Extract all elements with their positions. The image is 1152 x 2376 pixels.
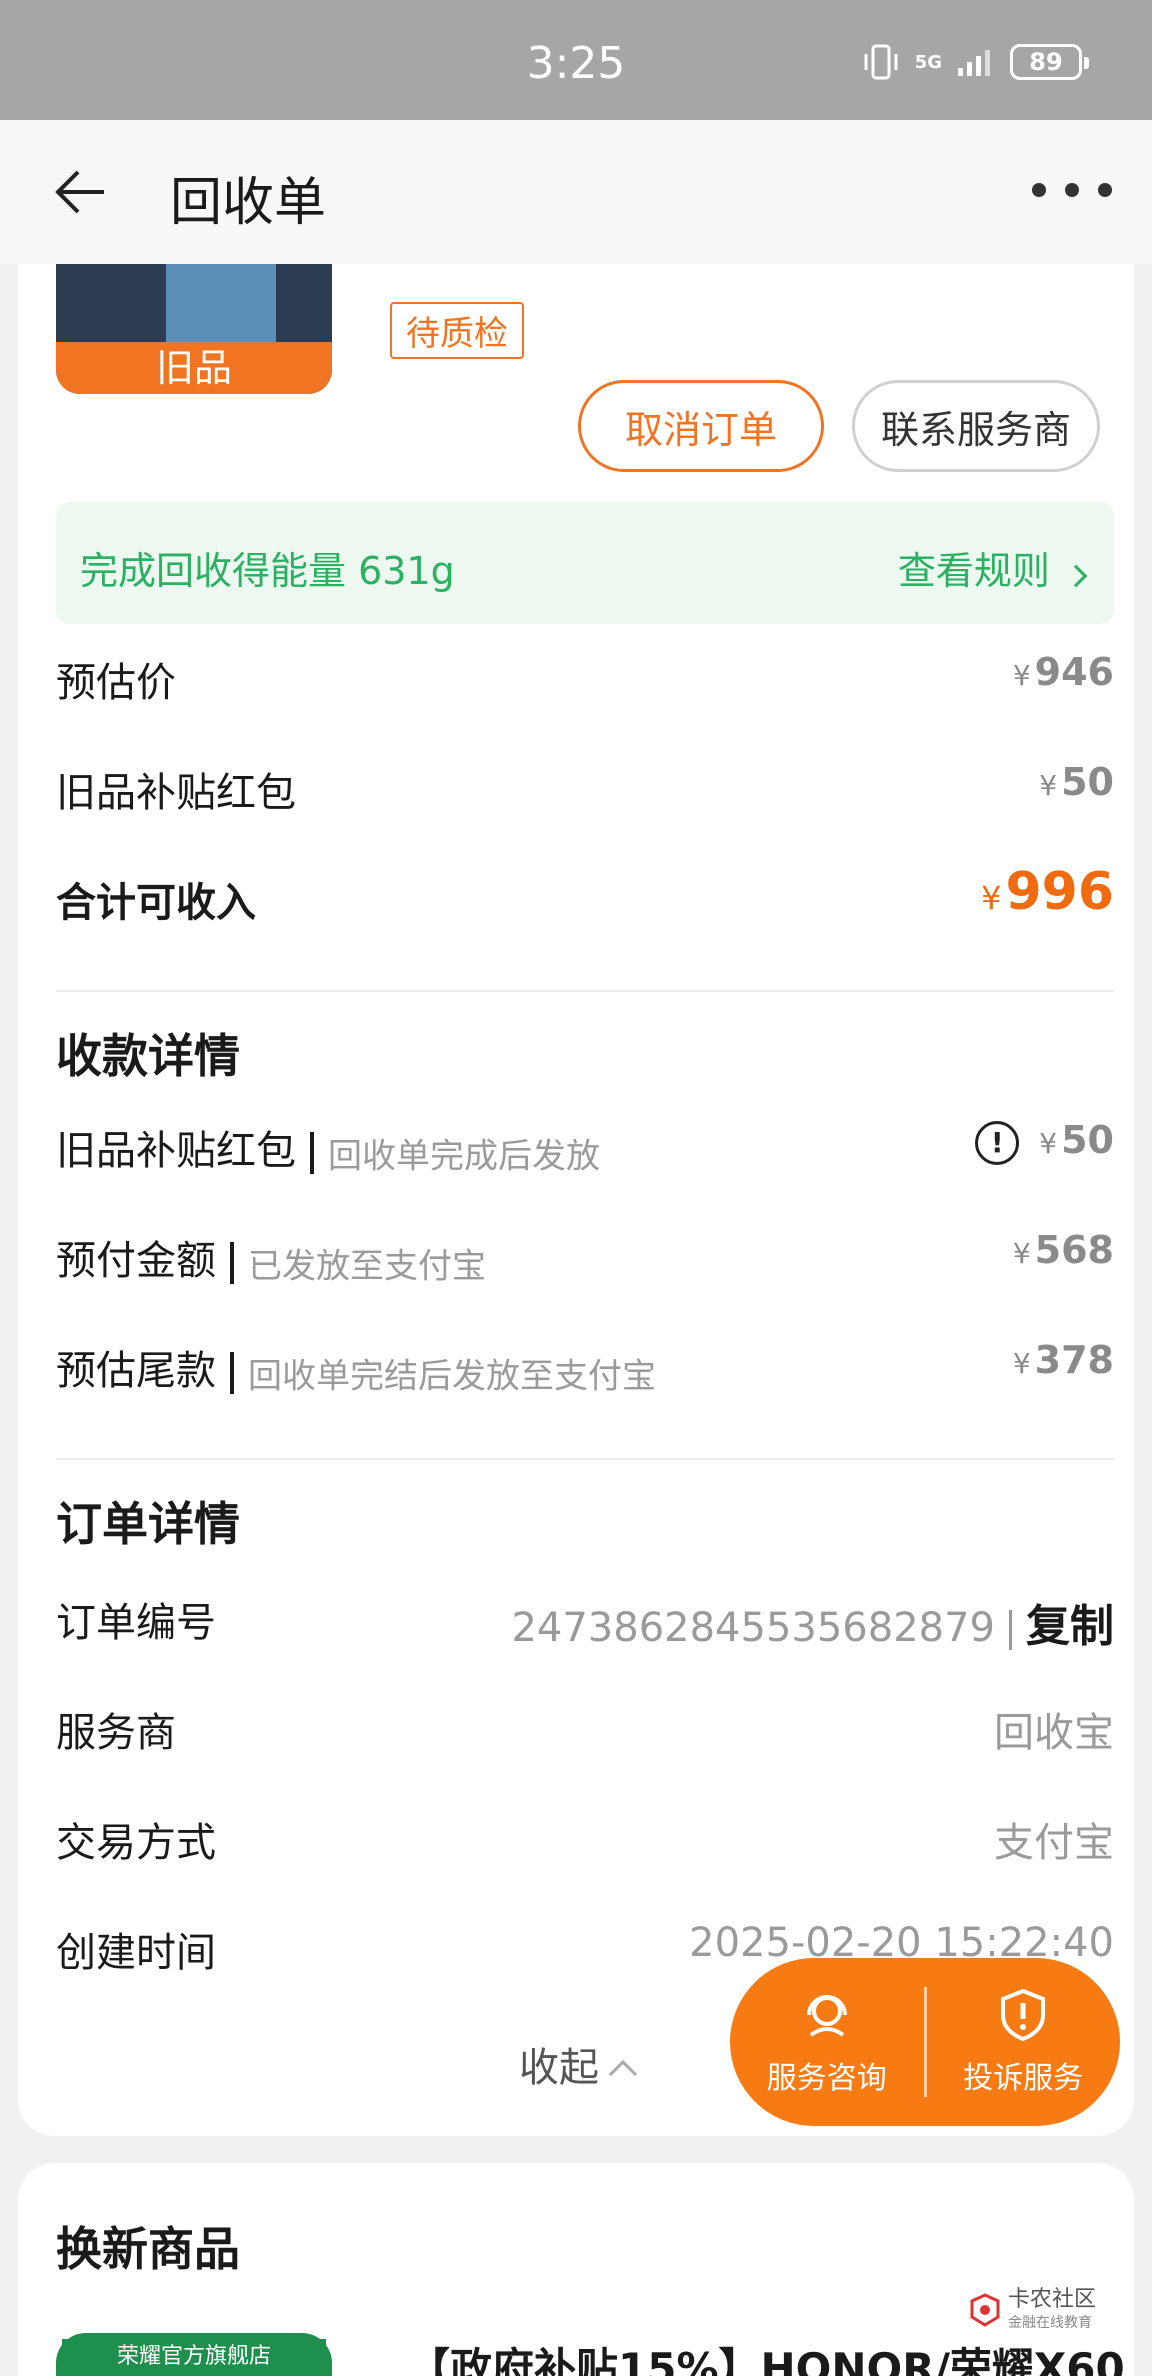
watermark-logo-icon [970,2293,1000,2327]
renew-section-title: 换新商品 [56,2222,240,2276]
more-options-icon[interactable] [1032,170,1112,210]
complain-label: 投诉服务 [963,2061,1084,2096]
divider [56,990,1114,992]
total-row: 合计可收入 ¥996 [56,862,1114,930]
status-badge: 待质检 [390,302,524,359]
contact-provider-button[interactable]: 联系服务商 [852,380,1100,472]
total-value: ¥996 [981,862,1114,922]
order-number: 2473862845535682879 复制 [511,1601,1114,1652]
chevron-right-icon [1064,564,1088,588]
payment-section-title: 收款详情 [56,1029,240,1083]
row-label: 服务商 [56,1710,176,1756]
order-card: 旧品 待质检 取消订单 联系服务商 完成回收得能量 631g 查看规则 预估价 … [18,150,1134,2136]
collapse-label: 收起 [519,2045,599,2091]
row-label: 旧品补贴红包 [56,770,296,816]
row-value: ¥378 [1012,1338,1114,1382]
row-value: ¥568 [1012,1228,1114,1272]
energy-text: 完成回收得能量 631g [80,549,455,593]
row-label: 旧品补贴红包 回收单完成后发放 [56,1128,600,1177]
view-rules-label: 查看规则 [897,549,1050,593]
signal-icon [958,50,990,76]
status-icons: 5G 89 [861,44,1089,80]
vibrate-icon [864,44,898,80]
estimated-price-row: 预估价 ¥946 [56,650,1114,710]
row-label: 合计可收入 [56,880,256,926]
complaint-service-button[interactable]: 投诉服务 [927,1958,1121,2126]
chevron-up-icon [608,2059,638,2089]
product-image[interactable]: 旧品 [56,260,332,394]
service-consult-button[interactable]: 服务咨询 [730,1958,924,2126]
payment-row: 预估尾款 回收单完结后发放至支付宝 ¥378 [56,1338,1114,1398]
renew-card: 换新商品 荣耀官方旗舰店 【政府补贴15%】HONOR/荣耀X60 [18,2163,1134,2376]
row-value: ¥946 [1012,650,1114,694]
service-fab: 服务咨询 投诉服务 [730,1958,1120,2126]
shop-product-image[interactable]: 荣耀官方旗舰店 [56,2333,332,2376]
order-number-row: 订单编号 2473862845535682879 复制 [56,1590,1114,1652]
page-header: 回收单 [0,120,1152,264]
view-rules-link[interactable]: 查看规则 [897,540,1088,595]
watermark: 卡农社区 金融在线教育 [968,2287,1097,2332]
back-button[interactable] [50,160,114,224]
thumb-label: 旧品 [56,342,332,394]
subsidy-row: 旧品补贴红包 ¥50 [56,760,1114,820]
consult-label: 服务咨询 [766,2061,887,2096]
page-title: 回收单 [170,173,327,233]
provider-row: 服务商 回收宝 [56,1700,1114,1760]
row-value: ! ¥50 [975,1118,1114,1165]
row-label: 创建时间 [56,1930,216,1976]
row-label: 交易方式 [56,1820,216,1866]
method-row: 交易方式 支付宝 [56,1810,1114,1870]
row-label: 预付金额 已发放至支付宝 [56,1238,486,1287]
payment-row: 旧品补贴红包 回收单完成后发放 ! ¥50 [56,1118,1114,1178]
watermark-sub: 金融在线教育 [1008,2315,1092,2332]
shield-alert-icon [1001,1988,1046,2042]
cancel-order-button[interactable]: 取消订单 [578,380,824,472]
divider [56,1458,1114,1460]
shop-label: 荣耀官方旗舰店 [62,2339,326,2376]
row-value: 支付宝 [994,1820,1114,1866]
headset-icon [806,1995,847,2037]
battery-icon: 89 [1010,44,1089,80]
renew-product-name[interactable]: 【政府补贴15%】HONOR/荣耀X60 [408,2335,1125,2376]
info-icon[interactable]: ! [975,1120,1020,1165]
row-label: 预估价 [56,660,176,706]
payment-row: 预付金额 已发放至支付宝 ¥568 [56,1228,1114,1288]
row-value: 回收宝 [994,1710,1114,1756]
status-bar: 3:25 5G 89 [0,0,1152,120]
row-value: ¥50 [1039,760,1114,804]
arrow-left-icon [55,170,104,214]
row-label: 预估尾款 回收单完结后发放至支付宝 [56,1348,656,1397]
order-section-title: 订单详情 [56,1497,240,1551]
copy-button[interactable]: 复制 [1026,1601,1114,1652]
network-label: 5G [914,51,942,73]
row-label: 订单编号 [56,1600,216,1646]
energy-banner: 完成回收得能量 631g 查看规则 [56,502,1114,624]
watermark-name: 卡农社区 [1008,2287,1097,2312]
